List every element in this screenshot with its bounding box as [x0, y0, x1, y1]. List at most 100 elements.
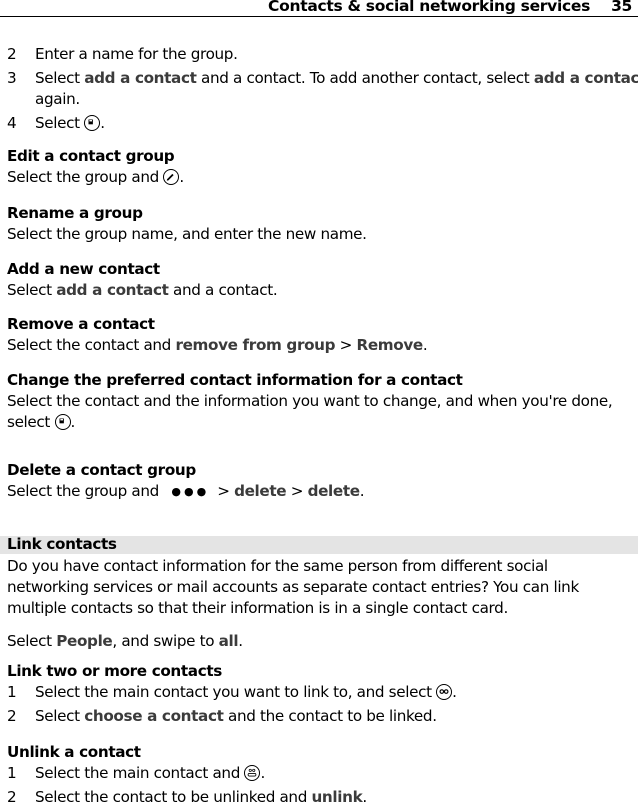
- text: Select the contact to be unlinked and: [35, 788, 312, 806]
- ui-term-choose-a-contact: choose a contact: [84, 707, 224, 725]
- ui-term-unlink: unlink: [311, 788, 363, 806]
- step-item: 3 Select add a contact and a contact. To…: [7, 68, 638, 89]
- section-heading: Rename a group: [7, 204, 143, 222]
- section-heading: Change the preferred contact information…: [7, 371, 463, 389]
- text: .: [70, 413, 76, 431]
- paragraph: Select the group and ●●● > delete > delet…: [7, 481, 638, 502]
- text: Select the contact and: [7, 336, 176, 354]
- step-text: Select the contact to be unlinked and un…: [35, 787, 367, 808]
- paragraph: Select the contact and the information y…: [7, 392, 613, 410]
- step-item: 4 Select .: [7, 113, 638, 134]
- text: Select: [7, 281, 57, 299]
- section-remove-contact: Remove a contact Select the contact and …: [7, 314, 638, 356]
- section-heading: Remove a contact: [7, 315, 155, 333]
- step-text: Select the main contact and .: [35, 763, 265, 784]
- text: Select the group and: [7, 168, 164, 186]
- link-icon: [436, 684, 453, 700]
- step-number: 2: [7, 788, 17, 806]
- section-add-contact: Add a new contact Select add a contact a…: [7, 259, 638, 301]
- step-item: 2 Enter a name for the group.: [7, 44, 638, 65]
- paragraph: Select People, and swipe to all.: [7, 631, 638, 652]
- ui-term-delete: delete: [234, 482, 287, 500]
- linked-contacts-icon: [244, 765, 261, 781]
- step-number: 3: [7, 69, 17, 87]
- text: .: [452, 683, 457, 701]
- step-number: 1: [7, 683, 17, 701]
- text: Select the group and: [7, 482, 164, 500]
- step-text: again.: [35, 90, 80, 108]
- ui-term-delete: delete: [307, 482, 360, 500]
- section-change-preferred: Change the preferred contact information…: [7, 370, 638, 433]
- step-text: Enter a name for the group.: [35, 45, 238, 63]
- text: .: [362, 788, 367, 806]
- text: Select the main contact and: [35, 764, 245, 782]
- more-dots-icon: ●●●: [171, 485, 210, 498]
- section-heading: Unlink a contact: [7, 743, 141, 761]
- text: .: [179, 168, 184, 186]
- section-rename-group: Rename a group Select the group name, an…: [7, 203, 638, 245]
- section-heading: Link two or more contacts: [7, 662, 222, 680]
- text: Select the main contact you want to link…: [35, 683, 437, 701]
- link-intro: Do you have contact information for the …: [7, 556, 638, 652]
- step-list: 2 Enter a name for the group. 3 Select a…: [7, 44, 638, 134]
- text: Select: [35, 69, 85, 87]
- text: Select: [35, 707, 85, 725]
- ui-term-remove-from-group: remove from group: [175, 336, 336, 354]
- save-icon: [84, 115, 101, 131]
- paragraph-line: Do you have contact information for the …: [7, 557, 548, 575]
- text: and a contact.: [168, 281, 278, 299]
- ui-term-add-a-contact: add a contact: [56, 281, 169, 299]
- paragraph-line: networking services or mail accounts as …: [7, 578, 579, 596]
- step-item: 1 Select the main contact and .: [7, 763, 638, 784]
- step-continuation: again.: [7, 89, 638, 110]
- step-text: Select choose a contact and the contact …: [35, 706, 437, 727]
- separator: >: [217, 482, 235, 500]
- step-text: Select the main contact you want to link…: [35, 682, 457, 703]
- step-text: Select .: [35, 113, 105, 134]
- text: Select: [7, 632, 57, 650]
- text: .: [260, 764, 265, 782]
- ui-term-all: all: [218, 632, 239, 650]
- text: select: [7, 413, 55, 431]
- section-heading: Edit a contact group: [7, 147, 175, 165]
- paragraph: Select the contact and remove from group…: [7, 335, 638, 356]
- paragraph-line: multiple contacts so that their informat…: [7, 599, 508, 617]
- ui-term-remove: Remove: [356, 336, 424, 354]
- section-title-bar: Link contacts: [0, 535, 638, 554]
- text: and the contact to be linked.: [223, 707, 437, 725]
- section-delete-group: Delete a contact group Select the group …: [7, 460, 638, 502]
- separator: >: [286, 482, 308, 500]
- text: .: [238, 632, 243, 650]
- text: .: [422, 336, 428, 354]
- text: , and swipe to: [112, 632, 219, 650]
- step-item: 1 Select the main contact you want to li…: [7, 682, 638, 703]
- step-item: 2 Select choose a contact and the contac…: [7, 706, 638, 727]
- page-header: Contacts & social networking services 35: [0, 0, 638, 17]
- text: .: [100, 114, 105, 132]
- text: .: [359, 482, 365, 500]
- section-heading: Delete a contact group: [7, 461, 196, 479]
- text: and a contact. To add another contact, s…: [196, 69, 534, 87]
- page-number: 35: [611, 0, 632, 15]
- step-number: 4: [7, 114, 17, 132]
- text: Select: [35, 114, 85, 132]
- paragraph: Select add a contact and a contact.: [7, 280, 638, 301]
- paragraph: Select the group name, and enter the new…: [7, 225, 367, 243]
- section-edit-group: Edit a contact group Select the group an…: [7, 146, 638, 188]
- ui-term-add-a-contact: add a contact: [84, 69, 197, 87]
- step-item: 2 Select the contact to be unlinked and …: [7, 787, 638, 808]
- step-number: 1: [7, 764, 17, 782]
- section-unlink: Unlink a contact 1 Select the main conta…: [7, 742, 638, 808]
- ui-term-people: People: [56, 632, 113, 650]
- edit-icon: [163, 169, 180, 185]
- paragraph: select .: [7, 412, 638, 433]
- chapter-title: Contacts & social networking services: [268, 0, 590, 15]
- paragraph: Select the group and .: [7, 167, 638, 188]
- ui-term-add-a-contact: add a contact: [533, 69, 638, 87]
- step-number: 2: [7, 707, 17, 725]
- section-link-two: Link two or more contacts 1 Select the m…: [7, 661, 638, 727]
- section-heading: Add a new contact: [7, 260, 160, 278]
- step-number: 2: [7, 45, 17, 63]
- step-text: Select add a contact and a contact. To a…: [35, 68, 638, 89]
- separator: >: [335, 336, 357, 354]
